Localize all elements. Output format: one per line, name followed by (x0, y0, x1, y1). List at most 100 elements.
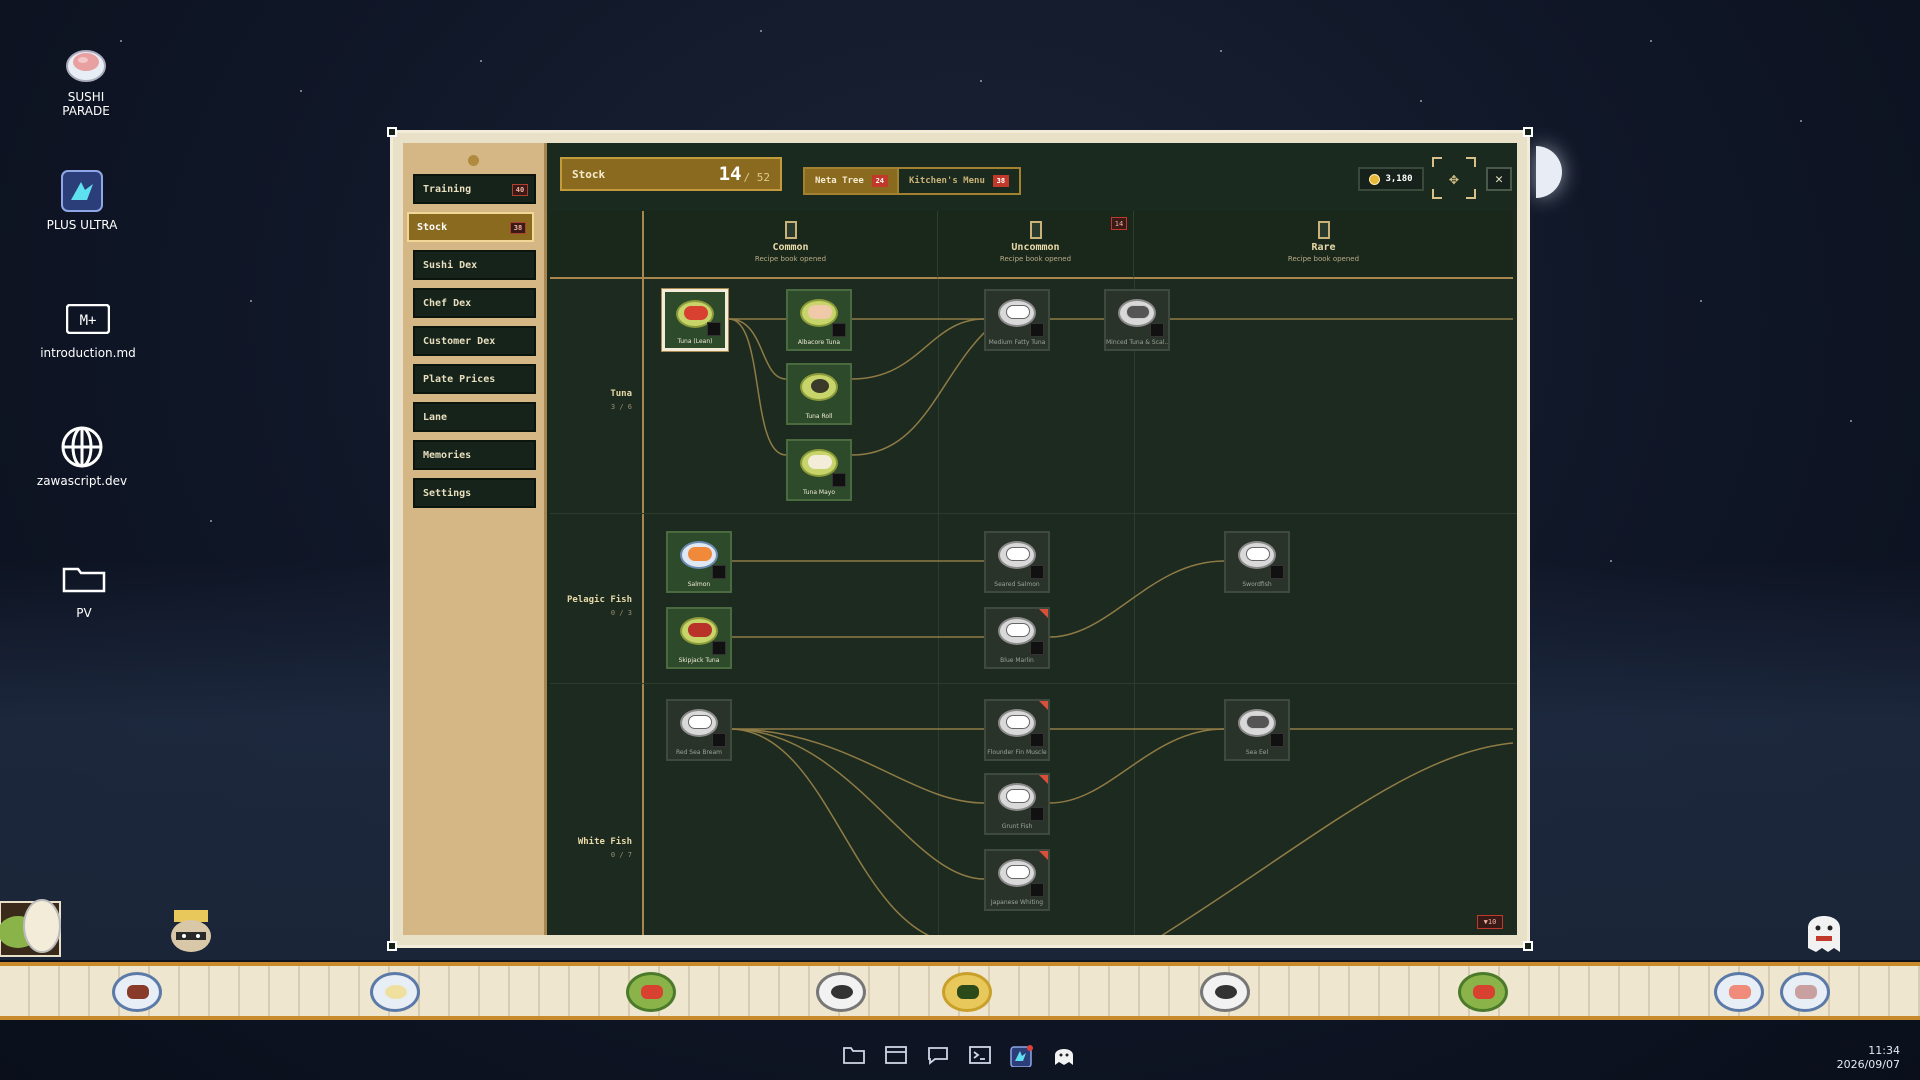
neta-card-tuna-roll[interactable]: Tuna Roll (786, 363, 852, 425)
sidebar-item-label: Customer Dex (423, 335, 496, 347)
neta-icon (1246, 547, 1270, 561)
neta-card-grunt-fish[interactable]: Grunt Fish (984, 773, 1050, 835)
neta-card-seared-salmon[interactable]: Seared Salmon (984, 531, 1050, 593)
sushi-icon (957, 985, 979, 999)
desktop-icon-label: introduction.md (40, 346, 136, 360)
sidebar-item-settings[interactable]: Settings (413, 478, 536, 508)
new-flag (1039, 851, 1048, 860)
stock-tag-icon (1030, 641, 1044, 655)
sidebar-item-training[interactable]: Training 40 (413, 174, 536, 204)
desktop-icon-label: PV (76, 606, 92, 620)
desktop-icon-label: zawascript.dev (36, 474, 128, 488)
resize-handle-bl[interactable] (387, 941, 397, 951)
sidebar-item-plate-prices[interactable]: Plate Prices (413, 364, 536, 394)
neta-card-japanese-whiting[interactable]: Japanese Whiting (984, 849, 1050, 911)
neta-tree-panel: Stock 14 / 52 Neta Tree 24 Kitchen's Men… (550, 143, 1517, 935)
lane-plate[interactable] (1714, 972, 1764, 1012)
card-label: Seared Salmon (994, 581, 1040, 588)
lane-plate[interactable] (1458, 972, 1508, 1012)
desktop-icon-plus-ultra[interactable]: PLUS ULTRA (22, 168, 142, 232)
neta-card-tuna-lean[interactable]: Tuna (Lean) (661, 288, 729, 352)
sidebar-item-label: Chef Dex (423, 297, 472, 309)
sidebar-item-label: Lane (423, 411, 448, 423)
neta-icon (1006, 547, 1030, 561)
chat-icon[interactable] (926, 1045, 950, 1067)
lane-plate[interactable] (1780, 972, 1830, 1012)
sidebar-item-memories[interactable]: Memories (413, 440, 536, 470)
neta-card-sea-eel[interactable]: Sea Eel (1224, 699, 1290, 761)
card-label: Minced Tuna & Scal... (1106, 339, 1168, 346)
stock-tag-icon (1030, 565, 1044, 579)
stock-tag-icon (1030, 323, 1044, 337)
sushi-icon (1473, 985, 1495, 999)
card-label: Skipjack Tuna (678, 657, 720, 664)
neta-icon (1006, 789, 1030, 803)
neta-icon (1006, 865, 1030, 879)
link-line (1049, 560, 1225, 638)
new-flag (1039, 609, 1048, 618)
lane-plate[interactable] (112, 972, 162, 1012)
sidebar-item-lane[interactable]: Lane (413, 402, 536, 432)
globe-icon (59, 424, 105, 470)
desktop-icon-introduction[interactable]: M+ introduction.md (28, 296, 148, 360)
stock-tag-icon (1270, 733, 1284, 747)
card-label: Blue Marlin (1000, 657, 1034, 664)
desktop-icon-label: PLUS ULTRA (46, 218, 118, 232)
neta-card-albacore-tuna[interactable]: Albacore Tuna (786, 289, 852, 351)
sidebar-item-stock[interactable]: Stock 38 (407, 212, 534, 242)
sidebar-item-chef-dex[interactable]: Chef Dex (413, 288, 536, 318)
resize-handle-br[interactable] (1523, 941, 1533, 951)
link-line (1161, 742, 1513, 935)
neta-card-medium-fatty-tuna[interactable]: Medium Fatty Tuna (984, 289, 1050, 351)
sushi-icon (1729, 985, 1751, 999)
ghost-icon[interactable] (1052, 1045, 1076, 1067)
link-line (728, 728, 930, 935)
plate-stack-character (0, 896, 72, 958)
neta-card-minced-tuna[interactable]: Minced Tuna & Scal... (1104, 289, 1170, 351)
notification-badge: 38 (510, 222, 526, 234)
neta-card-swordfish[interactable]: Swordfish (1224, 531, 1290, 593)
desktop-icon-sushi-parade[interactable]: SUSHI PARADE (26, 40, 146, 118)
lane-plate[interactable] (1200, 972, 1250, 1012)
sidebar-item-sushi-dex[interactable]: Sushi Dex (413, 250, 536, 280)
sidebar-item-customer-dex[interactable]: Customer Dex (413, 326, 536, 356)
desktop-icon-zawascript[interactable]: zawascript.dev (22, 424, 142, 488)
sidebar-pin (468, 155, 479, 166)
lane-plate[interactable] (942, 972, 992, 1012)
resize-handle-tl[interactable] (387, 127, 397, 137)
resize-handle-tr[interactable] (1523, 127, 1533, 137)
link-line (851, 318, 1001, 456)
folder-icon[interactable] (842, 1045, 866, 1067)
sidebar: Training 40 Stock 38 Sushi Dex Chef Dex … (403, 143, 547, 935)
stock-tag-icon (1030, 807, 1044, 821)
stock-tag-icon (707, 322, 721, 336)
neta-card-blue-marlin[interactable]: Blue Marlin (984, 607, 1050, 669)
neta-card-flounder-fin-muscle[interactable]: Flounder Fin Muscle (984, 699, 1050, 761)
link-line (728, 318, 787, 456)
card-label: Salmon (687, 581, 711, 588)
bird-app-icon[interactable] (1010, 1045, 1034, 1068)
desktop-icon-pv[interactable]: PV (24, 556, 144, 620)
sushi-icon (385, 985, 407, 999)
ghost-character (1804, 906, 1844, 956)
neta-card-salmon[interactable]: Salmon (666, 531, 732, 593)
raccoon-chef-character (164, 906, 218, 960)
neta-card-skipjack-tuna[interactable]: Skipjack Tuna (666, 607, 732, 669)
card-label: Tuna Roll (805, 413, 833, 420)
neta-icon (1006, 623, 1030, 637)
stock-tag-icon (832, 473, 846, 487)
window-icon[interactable] (884, 1045, 908, 1067)
terminal-icon[interactable] (968, 1045, 992, 1067)
desktop-icon-label: SUSHI PARADE (62, 90, 110, 118)
sushi-icon (127, 985, 149, 999)
clock-time: 11:34 (1868, 1044, 1900, 1057)
lane-plate[interactable] (370, 972, 420, 1012)
lane-plate[interactable] (626, 972, 676, 1012)
sidebar-item-label: Settings (423, 487, 472, 499)
scroll-down-badge[interactable]: ▼10 (1477, 915, 1503, 929)
lane-plate[interactable] (816, 972, 866, 1012)
clock-date: 2026/09/07 (1836, 1058, 1900, 1071)
neta-card-tuna-mayo[interactable]: Tuna Mayo (786, 439, 852, 501)
neta-card-red-sea-bream[interactable]: Red Sea Bream (666, 699, 732, 761)
card-label: Albacore Tuna (797, 339, 841, 346)
